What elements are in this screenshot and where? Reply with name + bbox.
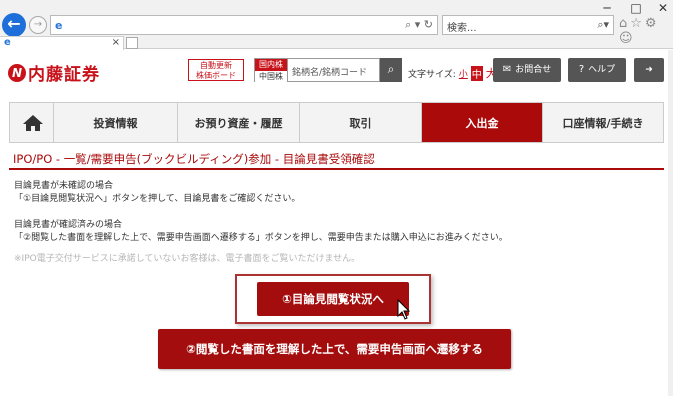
nav-assets-history[interactable]: お預り資産・履歴 (178, 103, 300, 142)
browser-tab[interactable]: e × (0, 36, 124, 50)
logo[interactable]: N 内藤証券 (8, 60, 100, 85)
tab-ie-icon: e (4, 37, 11, 48)
logout-icon: ➜ (645, 65, 653, 75)
logo-text: 内藤証券 (28, 65, 100, 85)
font-size-medium[interactable]: 中 (470, 65, 483, 81)
instructions: 目論見書が未確認の場合 「①目論見閲覧状況へ」ボタンを押して、目論見書をご確認く… (14, 180, 654, 266)
address-controls[interactable]: ⌕ ▾ ↻ (405, 18, 433, 32)
page-title: IPO/PO - 一覧/需要申告(ブックビルディング)参加 - 目論見書受領確認 (9, 151, 664, 170)
confirmed-body: 「②閲覧した書面を理解した上で、需要申告画面へ遷移する」ボタンを押し、需要申告ま… (14, 233, 508, 243)
unconfirmed-body: 「①目論見閲覧状況へ」ボタンを押して、目論見書をご確認ください。 (14, 194, 301, 204)
scrollbar[interactable] (668, 50, 673, 396)
stock-board-button[interactable]: 自動更新 株価ボード (188, 59, 244, 81)
envelope-icon: ✉ (502, 64, 512, 75)
new-tab-icon[interactable] (126, 37, 138, 49)
nav-account-info[interactable]: 口座情報/手続き (543, 103, 663, 142)
site-header: N 内藤証券 自動更新 株価ボード 国内株 中国株 銘柄名/銘柄コード ⌕ 文字… (0, 50, 673, 92)
minimize-icon[interactable]: ─ (596, 2, 618, 14)
browser-search-input[interactable]: 検索... ⌕▾ (442, 15, 614, 35)
forward-arrow-icon[interactable]: → (29, 16, 47, 34)
font-size-control: 文字サイズ: 小 中 大 (408, 65, 497, 81)
smiley-icon[interactable]: ☺ (619, 31, 636, 46)
confirmed-heading: 目論見書が確認済みの場合 (14, 220, 123, 230)
browser-chrome: ─ □ ✕ ← → e ⌕ ▾ ↻ 検索... ⌕▾ ⌂☆⚙ ☺ e × (0, 0, 673, 50)
address-bar[interactable]: e ⌕ ▾ ↻ (50, 15, 438, 35)
help-label: ヘルプ (588, 65, 616, 75)
back-arrow-icon[interactable]: ← (2, 13, 26, 37)
toolbar-icons: ⌂☆⚙ ☺ (619, 16, 673, 46)
market-domestic[interactable]: 国内株 (255, 59, 287, 71)
search-icon[interactable]: ⌕▾ (597, 18, 609, 32)
stock-search-button[interactable]: ⌕ (380, 58, 402, 82)
stock-search-input[interactable]: 銘柄名/銘柄コード (288, 58, 380, 82)
font-size-label: 文字サイズ: (408, 69, 456, 80)
view-prospectus-status-button[interactable]: ①目論見閲覧状況へ (257, 282, 409, 316)
mouse-cursor-icon (397, 299, 411, 320)
home-icon (22, 114, 43, 131)
close-window-icon[interactable]: ✕ (652, 2, 673, 14)
market-china[interactable]: 中国株 (255, 71, 287, 82)
nav-trading[interactable]: 取引 (300, 103, 422, 142)
market-selector[interactable]: 国内株 中国株 (254, 58, 288, 82)
inquiry-button[interactable]: ✉ お問合せ (493, 58, 561, 82)
tab-close-icon[interactable]: × (112, 37, 120, 48)
electronic-delivery-note: ※IPO電子交付サービスに承諾していないお客様は、電子書面をご覧いただけません。 (14, 254, 361, 264)
maximize-icon[interactable]: □ (625, 2, 647, 14)
inquiry-label: お問合せ (515, 65, 552, 75)
search-icon: ⌕ (387, 62, 395, 76)
board-button-line2: 株価ボード (196, 71, 236, 80)
question-icon: ? (578, 64, 585, 75)
settings-gear-icon[interactable]: ⚙ (645, 16, 660, 31)
logo-mark-icon: N (8, 63, 26, 82)
nav-investment-info[interactable]: 投資情報 (54, 103, 178, 142)
nav-home[interactable] (10, 103, 54, 142)
font-size-small[interactable]: 小 (459, 67, 468, 80)
logout-button[interactable]: ➜ (634, 58, 664, 82)
browser-search-placeholder: 検索... (447, 23, 477, 34)
ie-icon: e (55, 19, 63, 32)
nav-deposit-withdrawal[interactable]: 入出金 (422, 103, 543, 142)
help-button[interactable]: ? ヘルプ (568, 58, 626, 82)
home-icon[interactable]: ⌂ (619, 16, 630, 31)
favorites-star-icon[interactable]: ☆ (630, 16, 645, 31)
board-button-line1: 自動更新 (200, 61, 232, 70)
main-nav: 投資情報 お預り資産・履歴 取引 入出金 口座情報/手続き (9, 102, 664, 143)
proceed-to-demand-declaration-button[interactable]: ②閲覧した書面を理解した上で、需要申告画面へ遷移する (158, 329, 511, 369)
unconfirmed-heading: 目論見書が未確認の場合 (14, 181, 114, 191)
